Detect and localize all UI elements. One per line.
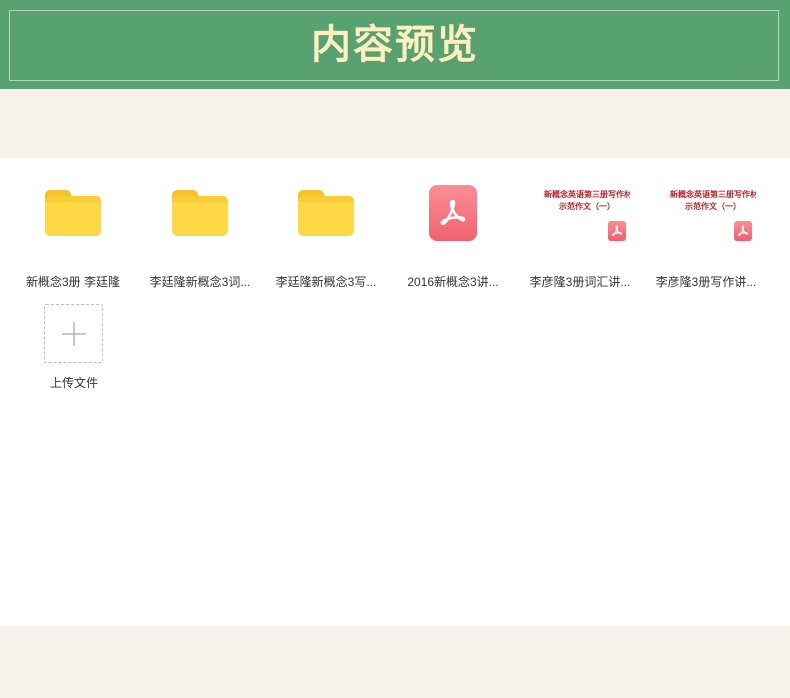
- file-name: 2016新概念3讲...: [407, 275, 499, 289]
- file-item-pdf-preview-1[interactable]: 新概念英语第三册写作材 示范作文（一） 李彦隆3册词汇讲...: [525, 180, 635, 289]
- folder-icon: [290, 180, 362, 246]
- upload-label: 上传文件: [49, 376, 98, 390]
- document-thumbnail: 新概念英语第三册写作材 示范作文（一）: [670, 180, 756, 246]
- pdf-badge-icon: [608, 221, 626, 241]
- folder-icon: [164, 180, 236, 246]
- preview-text: 示范作文（一）: [685, 202, 741, 211]
- file-item-pdf[interactable]: 2016新概念3讲...: [398, 180, 508, 289]
- document-thumbnail: 新概念英语第三册写作材 示范作文（一）: [544, 180, 630, 246]
- preview-text: 新概念英语第三册写作材: [544, 190, 630, 199]
- file-name: 李廷隆新概念3写...: [275, 275, 377, 289]
- file-item-folder-2[interactable]: 李廷隆新概念3词...: [145, 180, 255, 289]
- pdf-icon: [417, 180, 489, 246]
- file-item-pdf-preview-2[interactable]: 新概念英语第三册写作材 示范作文（一） 李彦隆3册写作讲...: [651, 180, 761, 289]
- plus-icon: [61, 321, 86, 346]
- page-title: 内容预览: [311, 21, 479, 68]
- file-item-folder-1[interactable]: 新概念3册 李廷隆: [18, 180, 128, 289]
- pdf-badge-icon: [734, 221, 752, 241]
- folder-icon: [37, 180, 109, 246]
- file-name: 李廷隆新概念3词...: [149, 275, 251, 289]
- header-banner: 内容预览: [0, 0, 790, 89]
- preview-text: 新概念英语第三册写作材: [670, 190, 756, 199]
- file-name: 李彦隆3册词汇讲...: [529, 275, 631, 289]
- file-item-folder-3[interactable]: 李廷隆新概念3写...: [271, 180, 381, 289]
- file-name: 李彦隆3册写作讲...: [655, 275, 757, 289]
- upload-button[interactable]: [44, 304, 103, 363]
- file-name: 新概念3册 李廷隆: [25, 275, 120, 289]
- preview-text: 示范作文（一）: [559, 202, 615, 211]
- file-grid-panel: 新概念3册 李廷隆 李廷隆新概念3词... 李廷隆新概念3写... 2016新概…: [0, 158, 790, 626]
